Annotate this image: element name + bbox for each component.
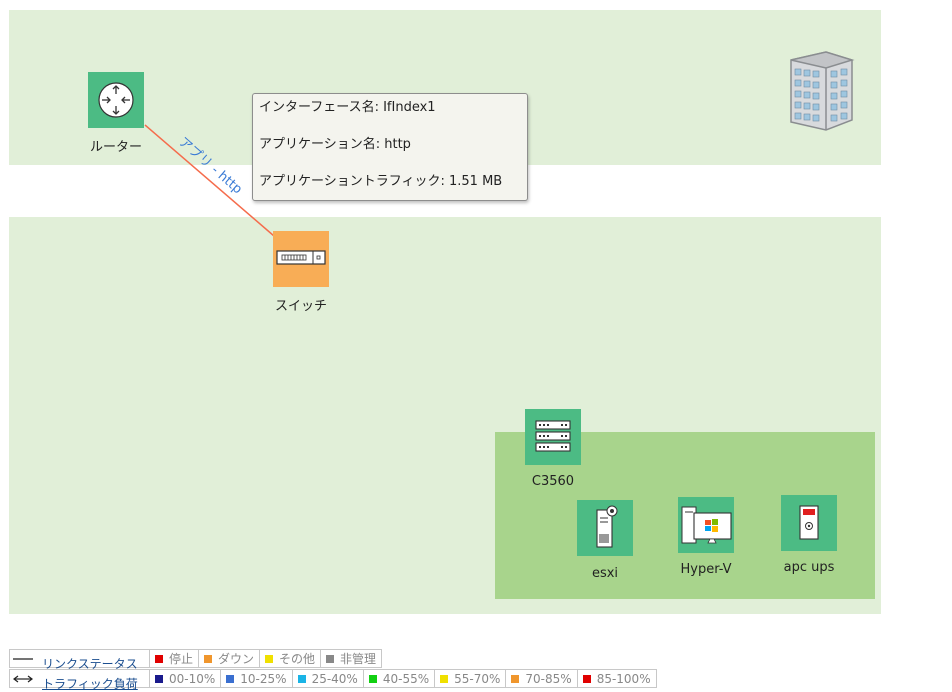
legend-load-item: 70-85%: [505, 669, 577, 688]
c3560-node[interactable]: [525, 409, 581, 465]
double-arrow-icon: [13, 675, 33, 683]
legend-load-item: 10-25%: [220, 669, 292, 688]
load-swatch: [440, 674, 449, 683]
legend-load-item: 40-55%: [362, 669, 435, 688]
windows-workstation-icon: [678, 497, 734, 553]
legend-load-item: 00-10%: [149, 669, 221, 688]
router-label: ルーター: [89, 140, 142, 155]
link-label: アプリ - http: [175, 135, 244, 198]
c3560-label: C3560: [531, 474, 575, 489]
legend-traffic-load: トラフィック負荷 00-10% 10-25% 25-40% 40-55% 55-…: [9, 669, 657, 691]
switch-icon: [273, 231, 329, 287]
load-swatch: [226, 674, 235, 683]
legend-load-item: 55-70%: [434, 669, 506, 688]
legend-traffic-load-header: トラフィック負荷: [9, 669, 149, 691]
load-swatch: [155, 674, 163, 683]
status-swatch: [326, 654, 335, 663]
legend-load-item: 85-100%: [576, 669, 657, 688]
tooltip-interface: インターフェース名: IfIndex1: [259, 100, 436, 115]
apcups-label: apc ups: [783, 560, 835, 575]
esxi-node[interactable]: [577, 500, 633, 556]
hyperv-node[interactable]: [678, 497, 734, 553]
apcups-node[interactable]: [781, 495, 837, 551]
load-swatch: [511, 674, 520, 683]
router-icon: [88, 72, 144, 128]
legend-link-status-header: リンクステータス: [9, 649, 149, 671]
status-swatch: [204, 654, 213, 663]
server-icon: [577, 500, 633, 556]
load-swatch: [368, 674, 377, 683]
status-swatch: [155, 654, 163, 663]
legend-status-item: ダウン: [198, 649, 260, 668]
legend-link-status: リンクステータス 停止 ダウン その他 非管理: [9, 649, 383, 671]
ups-icon: [781, 495, 837, 551]
load-swatch: [297, 674, 306, 683]
switch-label: スイッチ: [274, 299, 327, 314]
tooltip-application: アプリケーション名: http: [259, 137, 411, 152]
load-swatch: [582, 674, 591, 683]
line-icon: [13, 658, 33, 660]
legend-load-item: 25-40%: [291, 669, 363, 688]
legend-status-item: 停止: [149, 649, 199, 668]
switch-node[interactable]: [273, 231, 329, 287]
link-tooltip: インターフェース名: IfIndex1 アプリケーション名: http アプリケ…: [252, 93, 528, 201]
tooltip-traffic: アプリケーショントラフィック: 1.51 MB: [259, 174, 503, 189]
router-node[interactable]: [88, 72, 144, 128]
legend-status-item: 非管理: [320, 649, 383, 668]
hyperv-label: Hyper-V: [680, 562, 732, 577]
legend-status-item: その他: [259, 649, 321, 668]
l3-switch-icon: [525, 409, 581, 465]
status-swatch: [265, 654, 274, 663]
legend-traffic-load-title[interactable]: トラフィック負荷: [42, 675, 138, 692]
